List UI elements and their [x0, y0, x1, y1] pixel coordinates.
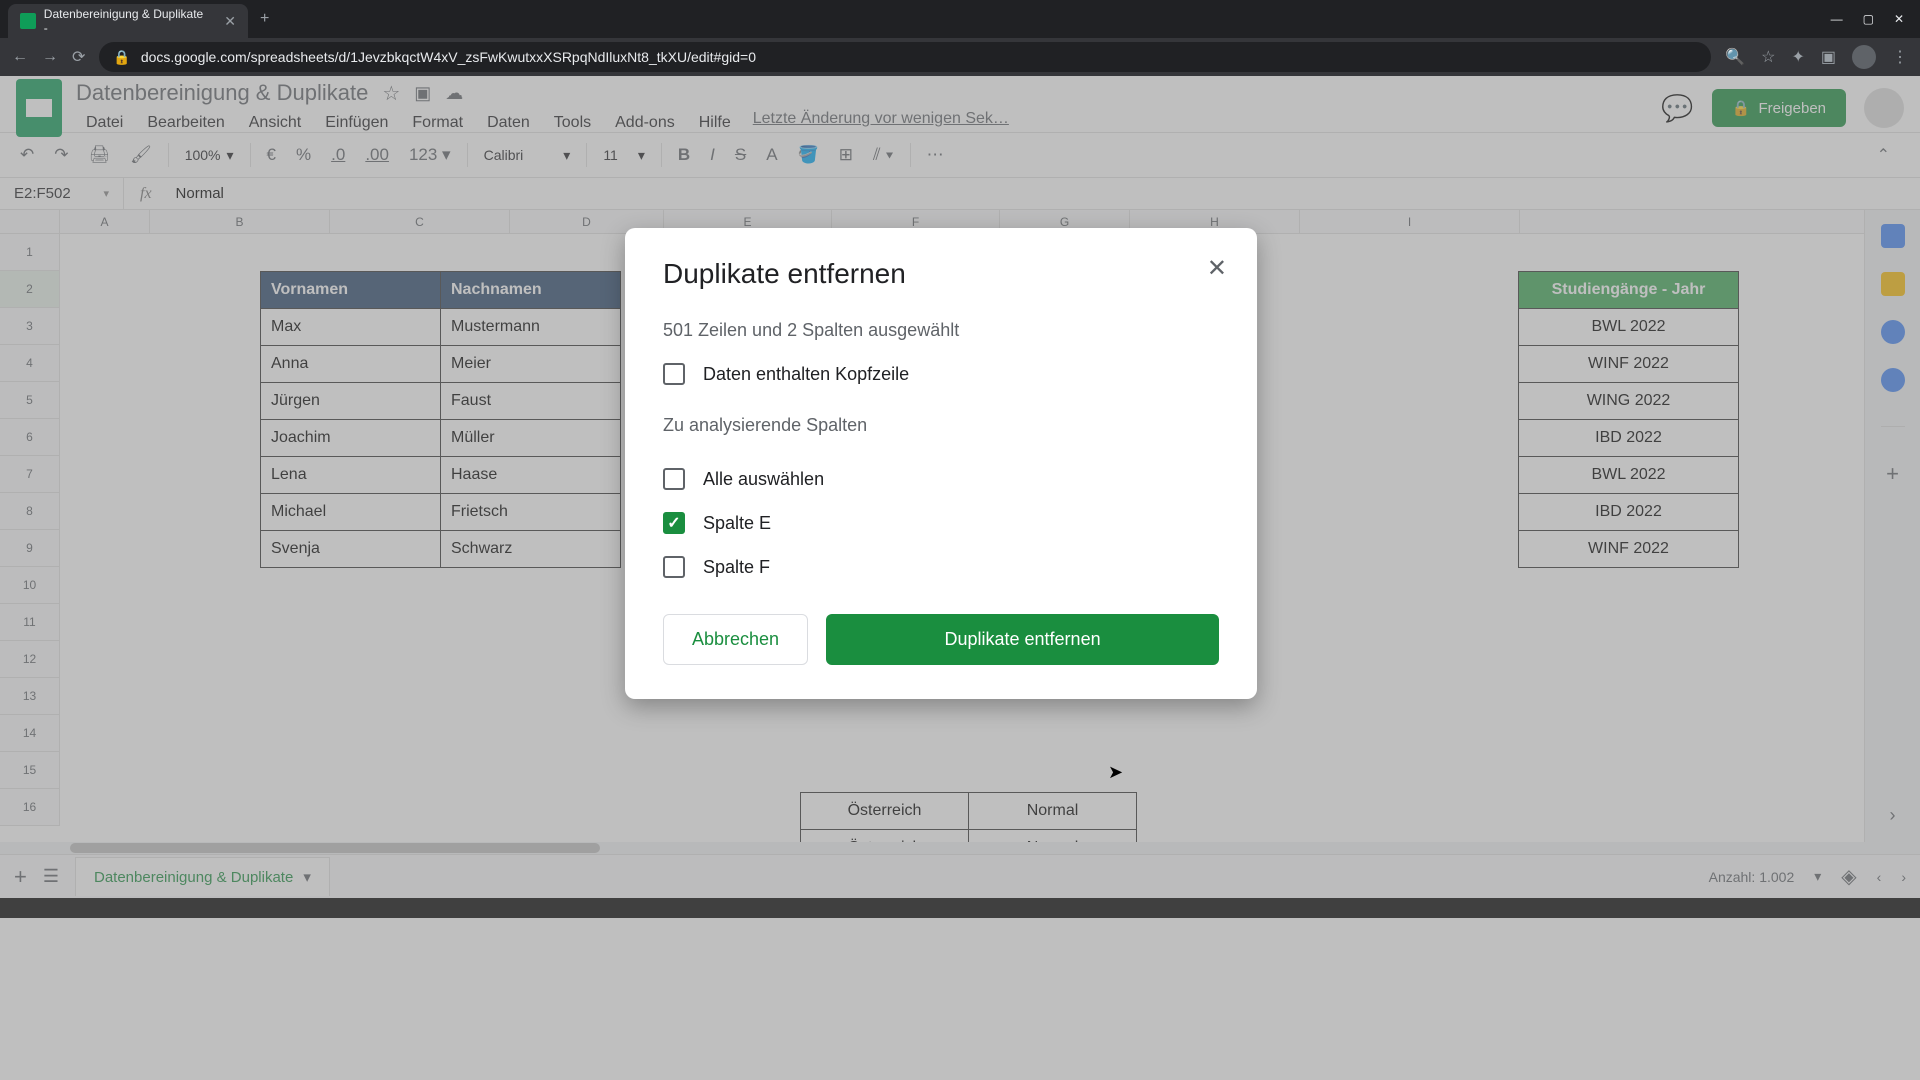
extensions-icon[interactable]: ✦ [1791, 47, 1804, 67]
checkbox-icon [663, 363, 685, 385]
bookmark-icon[interactable]: ☆ [1761, 47, 1775, 67]
columns-section-label: Zu analysierende Spalten [663, 415, 1219, 436]
zoom-icon[interactable]: 🔍 [1725, 47, 1745, 67]
select-all-checkbox[interactable]: Alle auswählen [663, 468, 1219, 490]
new-tab-button[interactable]: + [260, 10, 269, 28]
dialog-title: Duplikate entfernen [663, 258, 1219, 290]
url-text: docs.google.com/spreadsheets/d/1Jevzbkqc… [141, 49, 756, 65]
browser-tab-strip: Datenbereinigung & Duplikate - ✕ + — ▢ ✕ [0, 0, 1920, 38]
checkbox-icon [663, 556, 685, 578]
url-bar[interactable]: 🔒 docs.google.com/spreadsheets/d/1Jevzbk… [99, 42, 1711, 72]
browser-tab[interactable]: Datenbereinigung & Duplikate - ✕ [8, 4, 248, 38]
checkbox-checked-icon: ✓ [663, 512, 685, 534]
remove-duplicates-dialog: Duplikate entfernen ✕ 501 Zeilen und 2 S… [625, 228, 1257, 699]
tab-title: Datenbereinigung & Duplikate - [44, 7, 208, 35]
reload-icon[interactable]: ⟳ [72, 47, 85, 67]
dialog-subtitle: 501 Zeilen und 2 Spalten ausgewählt [663, 320, 1219, 341]
close-icon[interactable]: ✕ [1207, 254, 1227, 283]
column-f-checkbox[interactable]: Spalte F [663, 556, 1219, 578]
forward-icon[interactable]: → [42, 48, 58, 66]
stream-icon[interactable]: ▣ [1821, 47, 1836, 67]
close-tab-icon[interactable]: ✕ [224, 13, 236, 30]
confirm-button[interactable]: Duplikate entfernen [826, 614, 1219, 665]
profile-avatar[interactable] [1852, 45, 1876, 69]
minimize-icon[interactable]: — [1831, 12, 1843, 26]
menu-icon[interactable]: ⋮ [1892, 47, 1908, 67]
cancel-button: Abbrechen [663, 614, 808, 665]
maximize-icon[interactable]: ▢ [1863, 12, 1874, 26]
lock-icon: 🔒 [113, 49, 130, 66]
back-icon[interactable]: ← [12, 48, 28, 66]
sheets-favicon [20, 13, 36, 29]
header-row-checkbox[interactable]: Daten enthalten Kopfzeile [663, 363, 1219, 385]
browser-nav-bar: ← → ⟳ 🔒 docs.google.com/spreadsheets/d/1… [0, 38, 1920, 76]
close-window-icon[interactable]: ✕ [1894, 12, 1904, 26]
checkbox-icon [663, 468, 685, 490]
column-e-checkbox[interactable]: ✓ Spalte E [663, 512, 1219, 534]
window-controls: — ▢ ✕ [1831, 12, 1920, 26]
